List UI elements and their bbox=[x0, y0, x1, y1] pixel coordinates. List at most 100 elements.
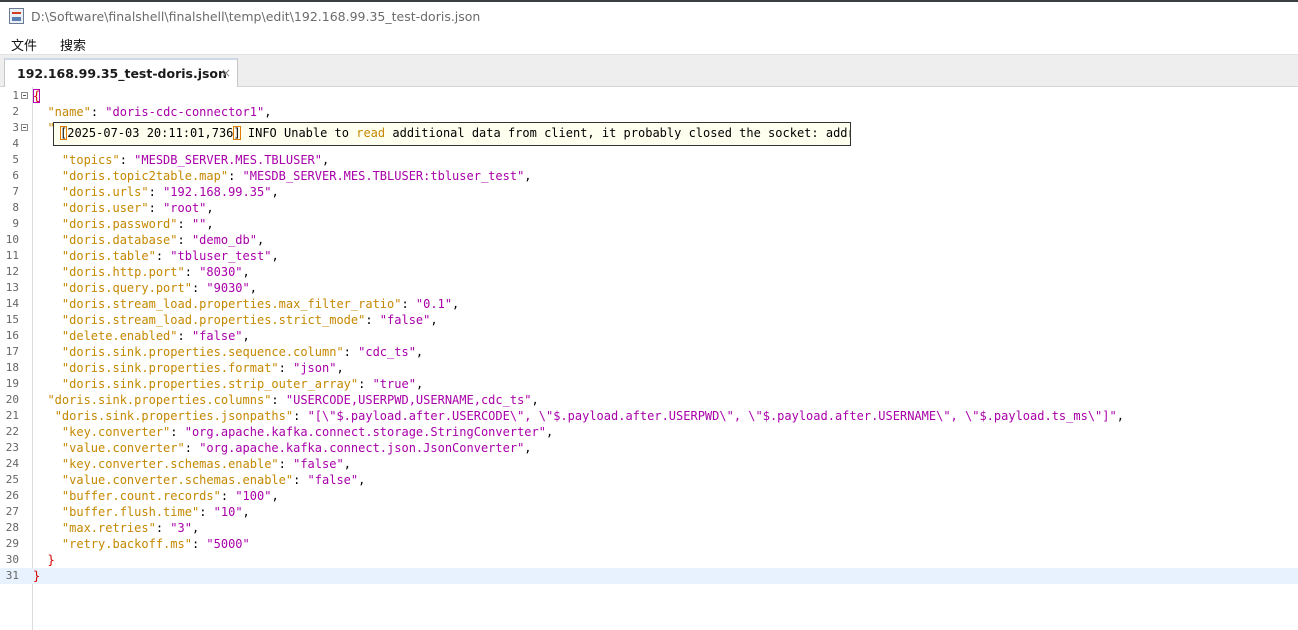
json-value: "MESDB_SERVER.MES.TBLUSER" bbox=[134, 153, 322, 167]
code-text: "delete.enabled": "false", bbox=[61, 329, 250, 343]
code-text: " bbox=[33, 120, 54, 136]
line-number: 6 bbox=[12, 169, 19, 182]
line-number: 17 bbox=[5, 345, 19, 358]
code-line[interactable]: 26 "buffer.count.records": "100", bbox=[0, 488, 1298, 504]
code-line[interactable]: 27 "buffer.flush.time": "10", bbox=[0, 504, 1298, 520]
java-app-icon bbox=[9, 8, 24, 24]
json-key: "doris.http.port" bbox=[61, 265, 185, 279]
json-value: "false" bbox=[191, 329, 243, 343]
code-line[interactable]: 6 "doris.topic2table.map": "MESDB_SERVER… bbox=[0, 168, 1298, 184]
code-line[interactable]: 15 "doris.stream_load.properties.strict_… bbox=[0, 312, 1298, 328]
line-number: 29 bbox=[5, 537, 19, 550]
line-number: 16 bbox=[5, 329, 19, 342]
code-text: } bbox=[33, 568, 40, 584]
tooltip-keyword: read bbox=[356, 126, 386, 140]
json-value: "0.1" bbox=[415, 297, 453, 311]
line-number: 12 bbox=[5, 265, 19, 278]
code-text: "doris.sink.properties.columns": "USERCO… bbox=[47, 393, 539, 407]
json-value: "false" bbox=[307, 473, 359, 487]
code-line[interactable]: 16 "delete.enabled": "false", bbox=[0, 328, 1298, 344]
code-line[interactable]: 2 "name": "doris-cdc-connector1", bbox=[0, 104, 1298, 120]
code-line[interactable]: 7 "doris.urls": "192.168.99.35", bbox=[0, 184, 1298, 200]
code-line[interactable]: 18 "doris.sink.properties.format": "json… bbox=[0, 360, 1298, 376]
code-text: "doris.database": "demo_db", bbox=[61, 233, 265, 247]
json-key: "doris.stream_load.properties.max_filter… bbox=[61, 297, 402, 311]
code-line[interactable]: 9 "doris.password": "", bbox=[0, 216, 1298, 232]
close-icon[interactable]: × bbox=[221, 66, 231, 80]
json-key: "doris.stream_load.properties.strict_mod… bbox=[61, 313, 366, 327]
json-key: "max.retries" bbox=[61, 521, 156, 535]
json-key: "buffer.count.records" bbox=[61, 489, 221, 503]
json-value: "3" bbox=[170, 521, 192, 535]
window-title: D:\Software\finalshell\finalshell\temp\e… bbox=[31, 9, 481, 24]
line-number: 2 bbox=[12, 105, 19, 118]
code-text: "doris.password": "", bbox=[61, 217, 214, 231]
line-number: 8 bbox=[12, 201, 19, 214]
fold-toggle-icon[interactable] bbox=[21, 92, 28, 99]
code-line[interactable]: 19 "doris.sink.properties.strip_outer_ar… bbox=[0, 376, 1298, 392]
line-number: 15 bbox=[5, 313, 19, 326]
json-key: "doris.sink.properties.strip_outer_array… bbox=[61, 377, 359, 391]
code-text: "buffer.count.records": "100", bbox=[61, 489, 279, 503]
code-line[interactable]: 14 "doris.stream_load.properties.max_fil… bbox=[0, 296, 1298, 312]
json-value: "json" bbox=[293, 361, 337, 375]
menu-search[interactable]: 搜索 bbox=[58, 35, 88, 54]
line-number: 13 bbox=[5, 281, 19, 294]
tooltip-message-start: INFO Unable to bbox=[240, 126, 357, 140]
code-line[interactable]: 22 "key.converter": "org.apache.kafka.co… bbox=[0, 424, 1298, 440]
code-line[interactable]: 29 "retry.backoff.ms": "5000" bbox=[0, 536, 1298, 552]
line-number: 14 bbox=[5, 297, 19, 310]
line-number: 28 bbox=[5, 521, 19, 534]
code-editor[interactable]: 1{2 "name": "doris-cdc-connector1", 3 " 4 … bbox=[0, 87, 1298, 630]
code-line[interactable]: 10 "doris.database": "demo_db", bbox=[0, 232, 1298, 248]
code-line[interactable]: 8 "doris.user": "root", bbox=[0, 200, 1298, 216]
json-value: "" bbox=[191, 217, 207, 231]
line-number: 22 bbox=[5, 425, 19, 438]
code-line[interactable]: 30 } bbox=[0, 552, 1298, 568]
code-line[interactable]: 5 "topics": "MESDB_SERVER.MES.TBLUSER", bbox=[0, 152, 1298, 168]
tab-bar: 192.168.99.35_test-doris.json × bbox=[0, 55, 1298, 87]
line-number: 26 bbox=[5, 489, 19, 502]
json-key: "doris.query.port" bbox=[61, 281, 192, 295]
code-line[interactable]: 24 "key.converter.schemas.enable": "fals… bbox=[0, 456, 1298, 472]
json-value: "5000" bbox=[206, 537, 250, 551]
line-number: 5 bbox=[12, 153, 19, 166]
code-line[interactable]: 28 "max.retries": "3", bbox=[0, 520, 1298, 536]
json-key: "doris.sink.properties.sequence.column" bbox=[61, 345, 344, 359]
tooltip-timestamp: 2025-07-03 20:11:01,736 bbox=[67, 126, 234, 140]
tab-active-file[interactable]: 192.168.99.35_test-doris.json × bbox=[4, 58, 238, 87]
code-text: "value.converter.schemas.enable": "false… bbox=[61, 473, 366, 487]
json-value: "false" bbox=[379, 313, 431, 327]
code-line[interactable]: 12 "doris.http.port": "8030", bbox=[0, 264, 1298, 280]
json-key: "key.converter" bbox=[61, 425, 171, 439]
json-value: "cdc_ts" bbox=[358, 345, 416, 359]
json-key: "doris.database" bbox=[61, 233, 178, 247]
brace: } bbox=[33, 569, 41, 583]
code-line[interactable]: 13 "doris.query.port": "9030", bbox=[0, 280, 1298, 296]
menu-file[interactable]: 文件 bbox=[9, 35, 39, 54]
line-number: 18 bbox=[5, 361, 19, 374]
code-line[interactable]: 20 "doris.sink.properties.columns": "USE… bbox=[0, 392, 1298, 408]
code-line[interactable]: 25 "value.converter.schemas.enable": "fa… bbox=[0, 472, 1298, 488]
line-number: 21 bbox=[5, 409, 19, 422]
code-line[interactable]: 17 "doris.sink.properties.sequence.colum… bbox=[0, 344, 1298, 360]
json-value: "8030" bbox=[199, 265, 243, 279]
json-value: "org.apache.kafka.connect.storage.String… bbox=[184, 425, 546, 439]
fold-toggle-icon[interactable] bbox=[21, 124, 28, 131]
tab-label: 192.168.99.35_test-doris.json bbox=[17, 66, 227, 81]
code-text: "name": "doris-cdc-connector1", bbox=[47, 105, 272, 119]
json-key: "value.converter.schemas.enable" bbox=[61, 473, 294, 487]
code-text: "doris.sink.properties.sequence.column":… bbox=[61, 345, 424, 359]
line-number: 4 bbox=[12, 137, 19, 150]
code-line[interactable]: 11 "doris.table": "tbluser_test", bbox=[0, 248, 1298, 264]
code-text: "doris.http.port": "8030", bbox=[61, 265, 250, 279]
code-text: "doris.urls": "192.168.99.35", bbox=[61, 185, 279, 199]
code-line[interactable]: 31} bbox=[0, 568, 1298, 584]
code-line[interactable]: 1{ bbox=[0, 88, 1298, 104]
code-line[interactable]: 23 "value.converter": "org.apache.kafka.… bbox=[0, 440, 1298, 456]
line-number: 23 bbox=[5, 441, 19, 454]
line-number: 30 bbox=[5, 553, 19, 566]
code-line[interactable]: 21 "doris.sink.properties.jsonpaths": "[… bbox=[0, 408, 1298, 424]
json-value: "tbluser_test" bbox=[170, 249, 272, 263]
json-value: "USERCODE,USERPWD,USERNAME,cdc_ts" bbox=[285, 393, 532, 407]
